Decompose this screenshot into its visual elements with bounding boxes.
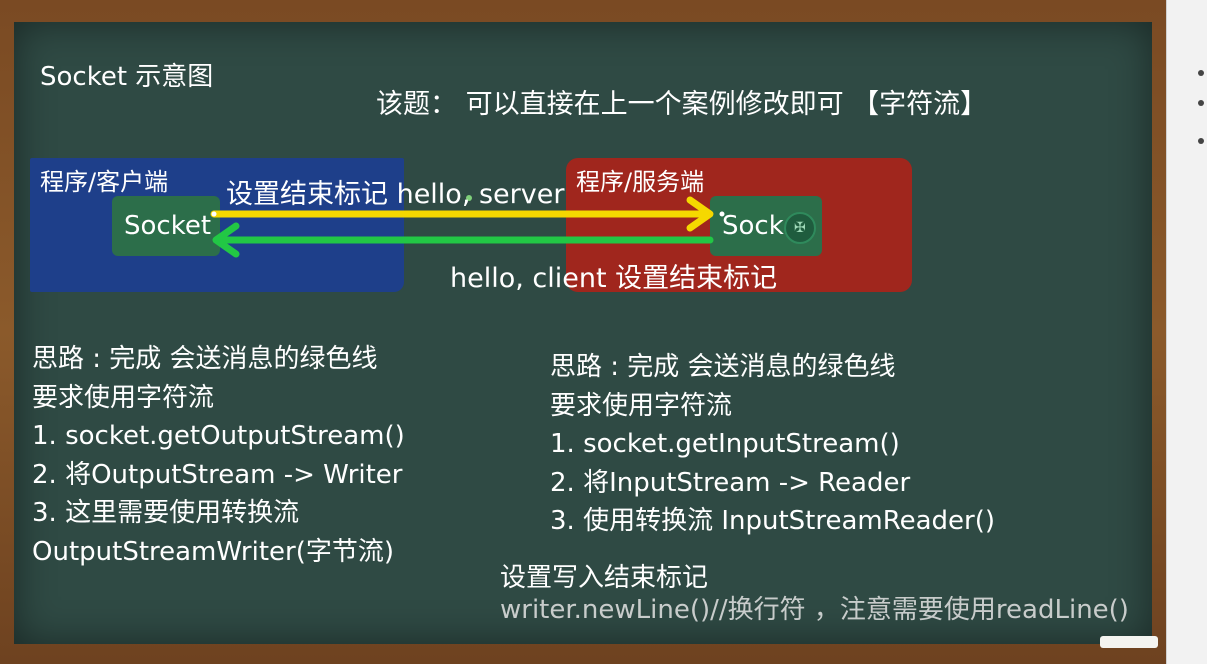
server-step-line: 1. socket.getInputStream(): [550, 429, 900, 459]
toolbar-dot: [1198, 100, 1204, 106]
server-step-line: 3. 使用转换流 InputStreamReader(): [550, 506, 996, 536]
server-step-line: 2. 将InputStream -> Reader: [550, 467, 911, 498]
connection-point: [211, 211, 217, 217]
client-step-line: 2. 将OutputStream -> Writer: [32, 459, 403, 490]
client-steps: 思路 : 完成 会送消息的绿色线 要求使用字符流 1. socket.getOu…: [32, 340, 405, 571]
client-step-line: 1. socket.getOutputStream(): [32, 421, 405, 451]
end-marker-note: 设置写入结束标记 writer.newLine()//换行符 ，注意需要使用re…: [500, 562, 1129, 626]
client-step-line: 思路 : 完成 会送消息的绿色线: [32, 344, 378, 374]
message-to-server: 设置结束标记 hello, server: [226, 179, 565, 210]
chalk-piece: [1100, 636, 1158, 648]
client-step-line: 要求使用字符流: [32, 382, 215, 413]
server-step-line: 思路 : 完成 会送消息的绿色线: [550, 352, 896, 382]
end-marker-title: 设置写入结束标记: [500, 563, 709, 593]
toolbar-dot: [1198, 70, 1204, 76]
message-to-client: hello, client 设置结束标记: [450, 263, 778, 294]
end-marker-code: writer.newLine()//换行符 ，注意需要使用readLine(): [500, 595, 1129, 625]
connection-point: [719, 211, 725, 217]
toolbar-dot: [1198, 138, 1204, 144]
arrow-to-client: [212, 222, 714, 258]
client-step-line: 3. 这里需要使用转换流: [32, 498, 300, 528]
chalkboard: Socket 示意图 该题： 可以直接在上一个案例修改即可 【字符流】 程序/客…: [14, 22, 1152, 644]
client-step-line: OutputStreamWriter(字节流): [32, 536, 395, 567]
server-step-line: 要求使用字符流: [550, 390, 733, 421]
server-steps: 思路 : 完成 会送消息的绿色线 要求使用字符流 1. socket.getIn…: [550, 348, 995, 541]
